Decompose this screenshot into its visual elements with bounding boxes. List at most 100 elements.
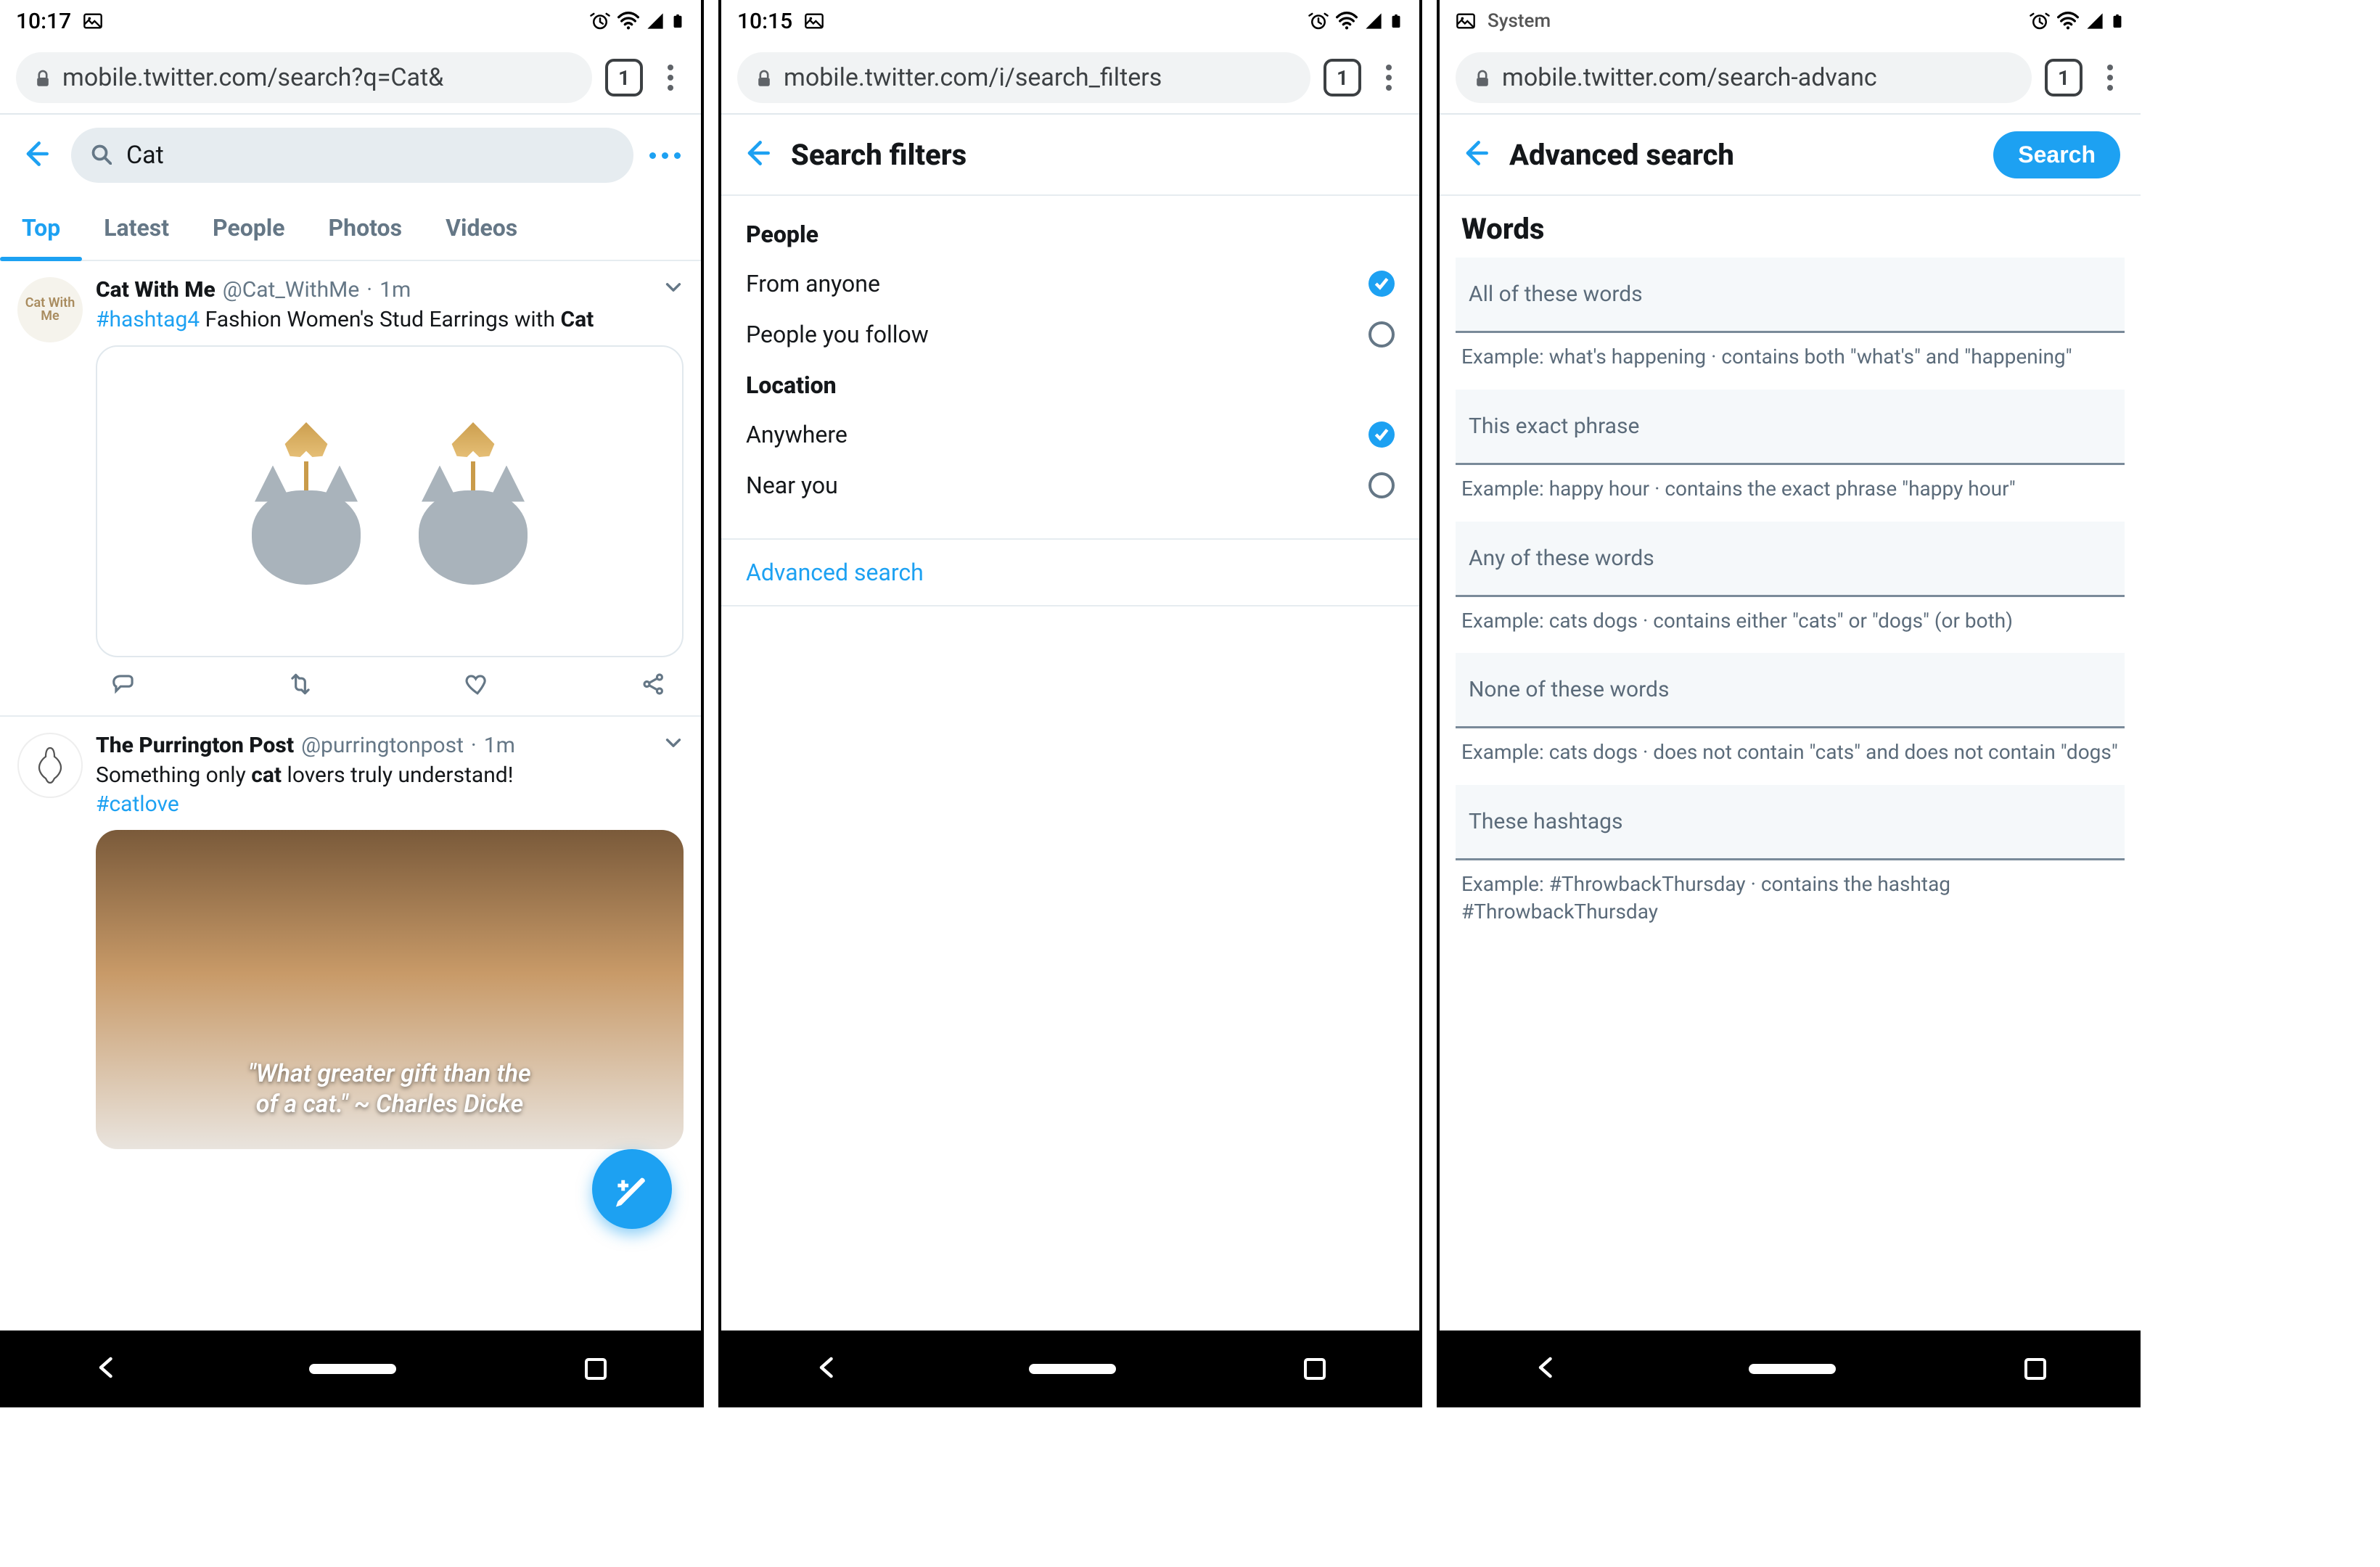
lock-icon <box>1473 68 1492 87</box>
tab-people[interactable]: People <box>191 196 307 260</box>
tweet-caret-icon[interactable] <box>663 277 684 300</box>
tab-count-button[interactable]: 1 <box>605 59 643 96</box>
section-title: Words <box>1440 196 2141 258</box>
tab-photos[interactable]: Photos <box>307 196 424 260</box>
status-bar: 10:17 <box>0 0 701 42</box>
text-field[interactable]: Any of these words <box>1456 522 2125 597</box>
text-field[interactable]: These hashtags <box>1456 785 2125 860</box>
lock-icon <box>755 68 774 87</box>
nav-back-icon[interactable] <box>1534 1354 1560 1383</box>
advanced-search-link[interactable]: Advanced search <box>746 559 924 586</box>
browser-menu-icon[interactable] <box>2096 63 2125 92</box>
filter-option[interactable]: Anywhere <box>746 409 1395 460</box>
tab-latest[interactable]: Latest <box>82 196 191 260</box>
text-field[interactable]: None of these words <box>1456 653 2125 728</box>
tweet-media[interactable]: "What greater gift than the of a cat." ~… <box>96 830 684 1149</box>
browser-menu-icon[interactable] <box>656 63 685 92</box>
filter-option[interactable]: From anyone <box>746 258 1395 309</box>
field-label: This exact phrase <box>1469 414 1639 439</box>
nav-home-pill[interactable] <box>1029 1364 1116 1374</box>
status-bar: 10:15 <box>721 0 1419 42</box>
field-example: Example: cats dogs · contains either "ca… <box>1440 604 2141 654</box>
url-text: mobile.twitter.com/i/search_filters <box>784 63 1162 92</box>
phone-search-filters: 10:15 mobile.twitter.com/i/search_filter… <box>718 0 1422 1407</box>
field-example: Example: happy hour · contains the exact… <box>1440 472 2141 522</box>
nav-home-pill[interactable] <box>1749 1364 1836 1374</box>
android-navbar <box>1440 1330 2141 1407</box>
nav-recent-icon[interactable] <box>585 1358 607 1380</box>
status-time: 10:17 <box>16 9 71 34</box>
tweet-actions <box>96 665 684 699</box>
radio-unchecked-icon[interactable] <box>1368 321 1395 347</box>
filter-option[interactable]: Near you <box>746 460 1395 511</box>
tweet-handle: @purringtonpost <box>301 733 464 758</box>
status-label: System <box>1488 10 1551 32</box>
filter-option-label: People you follow <box>746 321 929 348</box>
search-header: Cat <box>0 115 701 196</box>
nav-back-icon[interactable] <box>815 1354 841 1383</box>
picture-icon <box>804 11 824 31</box>
status-time: 10:15 <box>737 9 792 34</box>
lock-icon <box>33 68 52 87</box>
tab-top[interactable]: Top <box>0 196 82 260</box>
page-title: Search filters <box>791 138 967 172</box>
android-navbar <box>0 1330 701 1407</box>
nav-recent-icon[interactable] <box>1304 1358 1326 1380</box>
tweet[interactable]: The Purrington Post @purringtonpost · 1m… <box>0 717 701 1165</box>
search-button[interactable]: Search <box>1993 131 2120 178</box>
field-example: Example: cats dogs · does not contain "c… <box>1440 736 2141 785</box>
tab-videos[interactable]: Videos <box>424 196 539 260</box>
filter-option[interactable]: People you follow <box>746 309 1395 360</box>
avatar[interactable] <box>17 733 83 798</box>
like-icon[interactable] <box>464 670 493 699</box>
tweet-caret-icon[interactable] <box>663 733 684 756</box>
tweet-age: 1m <box>379 277 411 303</box>
text-field[interactable]: All of these words <box>1456 258 2125 333</box>
text-field[interactable]: This exact phrase <box>1456 390 2125 465</box>
android-navbar <box>721 1330 1419 1407</box>
back-icon[interactable] <box>20 138 55 173</box>
browser-menu-icon[interactable] <box>1374 63 1403 92</box>
browser-chrome: mobile.twitter.com/search-advanc 1 <box>1440 42 2141 115</box>
nav-home-pill[interactable] <box>309 1364 396 1374</box>
page-title: Advanced search <box>1509 138 1734 172</box>
result-tabs: TopLatestPeoplePhotosVideos <box>0 196 701 261</box>
url-bar[interactable]: mobile.twitter.com/search?q=Cat& <box>16 52 592 103</box>
hashtag-link[interactable]: #catlove <box>96 791 179 817</box>
avatar[interactable]: Cat With Me <box>17 277 83 342</box>
filter-option-label: Near you <box>746 472 838 499</box>
search-icon <box>90 143 115 168</box>
radio-checked-icon[interactable] <box>1368 271 1395 297</box>
browser-chrome: mobile.twitter.com/i/search_filters 1 <box>721 42 1419 115</box>
filter-group-title: People <box>746 221 1395 248</box>
alarm-icon <box>1308 10 1329 32</box>
retweet-icon[interactable] <box>287 670 316 699</box>
app-header: Advanced search Search <box>1440 115 2141 196</box>
status-bar: System <box>1440 0 2141 42</box>
field-example: Example: what's happening · contains bot… <box>1440 340 2141 390</box>
back-icon[interactable] <box>742 137 776 172</box>
wifi-icon <box>617 9 640 33</box>
tab-count-button[interactable]: 1 <box>1324 59 1361 96</box>
back-icon[interactable] <box>1460 137 1495 172</box>
search-options-icon[interactable] <box>649 152 681 159</box>
reply-icon[interactable] <box>110 670 139 699</box>
compose-fab[interactable] <box>592 1149 672 1229</box>
radio-unchecked-icon[interactable] <box>1368 472 1395 498</box>
tweet-media[interactable] <box>96 345 684 657</box>
share-icon[interactable] <box>640 670 669 699</box>
radio-checked-icon[interactable] <box>1368 421 1395 448</box>
field-label: Any of these words <box>1469 546 1654 571</box>
wifi-icon <box>2056 9 2080 33</box>
nav-back-icon[interactable] <box>94 1354 120 1383</box>
url-bar[interactable]: mobile.twitter.com/i/search_filters <box>737 52 1310 103</box>
battery-icon <box>1389 11 1403 31</box>
hashtag-link[interactable]: #hashtag4 <box>96 307 200 332</box>
tab-count-button[interactable]: 1 <box>2045 59 2082 96</box>
url-text: mobile.twitter.com/search?q=Cat& <box>62 63 443 92</box>
tweet[interactable]: Cat With Me Cat With Me @Cat_WithMe · 1m… <box>0 261 701 717</box>
wifi-icon <box>1335 9 1358 33</box>
url-bar[interactable]: mobile.twitter.com/search-advanc <box>1456 52 2032 103</box>
search-input[interactable]: Cat <box>71 128 633 183</box>
nav-recent-icon[interactable] <box>2024 1358 2046 1380</box>
